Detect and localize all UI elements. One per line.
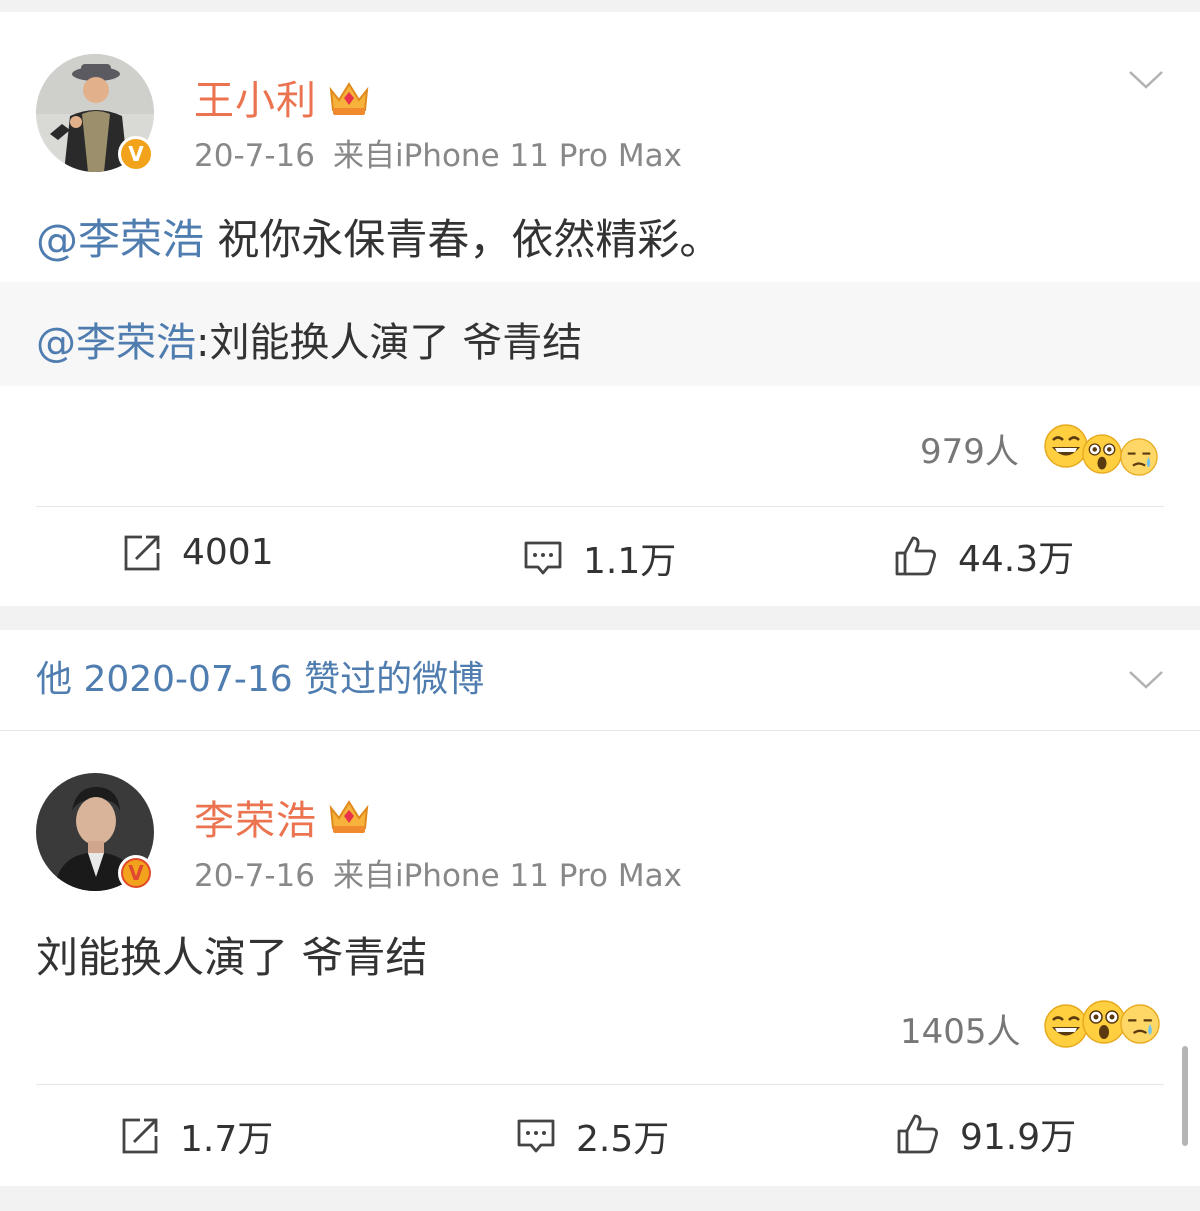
comment-count: 1.1万: [583, 541, 677, 582]
post-source: 来自iPhone 11 Pro Max: [333, 138, 682, 174]
liked-header: 他 2020-07-16 赞过的微博: [36, 659, 485, 700]
post-meta: 20-7-16 来自iPhone 11 Pro Max: [194, 850, 682, 895]
repost-icon: [122, 1118, 158, 1154]
grin-emoji-icon: [1044, 424, 1088, 468]
repost-button[interactable]: 1.7万: [120, 1110, 273, 1162]
post-source: 来自iPhone 11 Pro Max: [333, 858, 682, 894]
repost-box[interactable]: @李荣浩:刘能换人演了 爷青结: [0, 282, 1200, 386]
repost-count: 4001: [182, 532, 274, 573]
comment-count: 2.5万: [576, 1119, 670, 1160]
post-text: @李荣浩 祝你永保青春，依然精彩。: [36, 206, 721, 267]
divider: [0, 730, 1200, 731]
post-text: 刘能换人演了 爷青结: [36, 933, 428, 982]
crown-icon: [329, 800, 369, 833]
repost-icon: [124, 535, 160, 570]
verified-badge-icon: V: [118, 855, 154, 891]
repost-button[interactable]: 4001: [122, 532, 274, 573]
verified-badge-icon: V: [118, 136, 154, 172]
mention-link[interactable]: @李荣浩: [36, 320, 196, 366]
repost-text: @李荣浩:刘能换人演了 爷青结: [36, 310, 582, 368]
like-count: 91.9万: [960, 1117, 1077, 1158]
like-button[interactable]: 91.9万: [896, 1108, 1076, 1160]
shocked-emoji-icon: [1082, 434, 1122, 474]
post-text-body: 祝你永保青春，依然精彩。: [204, 215, 722, 264]
like-count: 44.3万: [958, 539, 1075, 580]
divider: [36, 506, 1164, 507]
crying-emoji-icon: [1120, 1004, 1160, 1044]
crying-emoji-icon: [1120, 438, 1158, 476]
comment-icon: [517, 1119, 555, 1153]
thumbs-up-icon: [895, 536, 936, 576]
mention-link[interactable]: @李荣浩: [36, 215, 204, 264]
repost-body: :刘能换人演了 爷青结: [196, 320, 583, 366]
like-button[interactable]: 44.3万: [894, 530, 1074, 582]
post-date: 20-7-16: [194, 138, 315, 174]
comment-icon: [524, 541, 562, 575]
author-name[interactable]: 王小利: [194, 68, 317, 126]
chevron-down-icon[interactable]: [1128, 70, 1164, 90]
comment-button[interactable]: 1.1万: [523, 532, 676, 584]
divider: [36, 1084, 1164, 1085]
comment-button[interactable]: 2.5万: [516, 1110, 669, 1162]
chevron-down-icon[interactable]: [1128, 670, 1164, 690]
post-date: 20-7-16: [194, 858, 315, 894]
reaction-count[interactable]: 1405人: [900, 1004, 1021, 1053]
crown-icon: [329, 82, 369, 115]
liked-post-card: 他 2020-07-16 赞过的微博 V 李荣浩 20-7-16 来自iPhone…: [0, 630, 1200, 1186]
post-meta: 20-7-16 来自iPhone 11 Pro Max: [194, 130, 682, 175]
repost-count: 1.7万: [180, 1119, 274, 1160]
weibo-post-card: V 王小利 20-7-16 来自iPhone 11 Pro Max @李荣浩 祝你…: [0, 12, 1200, 606]
thumbs-up-icon: [897, 1114, 938, 1154]
scrollbar[interactable]: [1182, 1046, 1188, 1146]
reaction-count[interactable]: 979人: [920, 424, 1019, 473]
author-name[interactable]: 李荣浩: [194, 788, 317, 846]
